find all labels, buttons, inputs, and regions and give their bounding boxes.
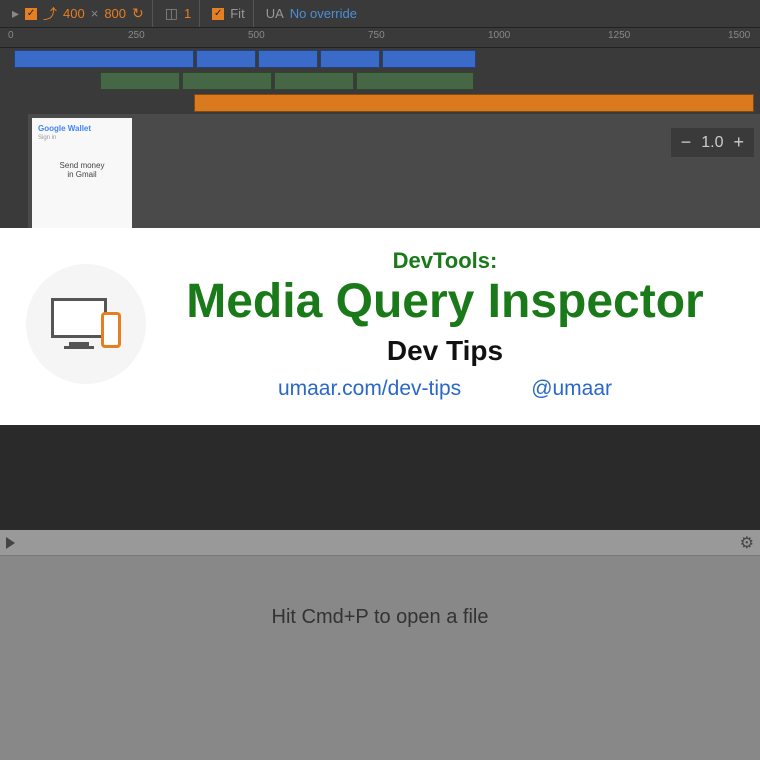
device-preview-area: Google Wallet Sign in Send money in Gmai…	[0, 114, 760, 234]
height-input[interactable]: 800	[104, 6, 126, 21]
media-query-bar[interactable]	[258, 50, 318, 68]
media-query-lanes	[0, 48, 760, 114]
ruler-tick: 1000	[488, 30, 510, 41]
open-file-hint: Hit Cmd+P to open a file	[0, 606, 760, 629]
preview-sub: Sign in	[38, 135, 126, 141]
gear-icon[interactable]: ⚙	[740, 533, 754, 553]
banner-icon	[26, 264, 146, 384]
rotate-icon[interactable]: ⤴	[43, 4, 57, 24]
device-preview[interactable]: Google Wallet Sign in Send money in Gmai…	[32, 118, 132, 228]
scale-input[interactable]: 1	[184, 6, 191, 21]
media-query-bar[interactable]	[182, 72, 272, 90]
ua-select[interactable]: No override	[290, 6, 357, 21]
sources-panel: ⚙ Hit Cmd+P to open a file	[0, 530, 760, 760]
banner-link-twitter[interactable]: @umaar	[531, 377, 612, 401]
devices-icon	[51, 298, 121, 350]
media-query-bar[interactable]	[320, 50, 380, 68]
ruler-tick: 1250	[608, 30, 630, 41]
ruler-tick: 1500	[728, 30, 750, 41]
ua-label: UA	[266, 6, 284, 21]
zoom-controls: − 1.0 +	[671, 128, 754, 157]
width-input[interactable]: 400	[63, 6, 85, 21]
title-banner: DevTools: Media Query Inspector Dev Tips…	[0, 228, 760, 425]
zoom-in-button[interactable]: +	[733, 132, 744, 153]
swap-icon[interactable]: ↻	[132, 5, 144, 22]
banner-link-site[interactable]: umaar.com/dev-tips	[278, 377, 461, 401]
emulation-checkbox[interactable]	[25, 8, 37, 20]
zoom-value: 1.0	[701, 134, 723, 152]
media-query-bar[interactable]	[100, 72, 180, 90]
fit-label: Fit	[230, 6, 244, 21]
vertical-ruler	[0, 114, 28, 234]
panel-header: ⚙	[0, 530, 760, 556]
media-lane	[0, 92, 760, 114]
media-query-bar[interactable]	[194, 94, 754, 112]
device-toolbar: ▸ ⤴ 400 × 800 ↻ ◫ 1 Fit UA No override	[0, 0, 760, 28]
media-lane	[0, 70, 760, 92]
media-query-bar[interactable]	[356, 72, 474, 90]
preview-logo: Google Wallet	[38, 124, 126, 133]
dock-icon[interactable]: ▸	[12, 5, 19, 22]
media-lane	[0, 48, 760, 70]
banner-title: Media Query Inspector	[186, 276, 703, 329]
media-query-bar[interactable]	[382, 50, 476, 68]
horizontal-ruler: 0 250 500 750 1000 1250 1500	[0, 28, 760, 48]
toolbar-scale-section: ◫ 1	[157, 0, 200, 27]
ruler-tick: 0	[8, 30, 14, 41]
preview-text: Send money	[38, 161, 126, 170]
toolbar-fit-section: Fit	[204, 0, 253, 27]
media-query-bar[interactable]	[196, 50, 256, 68]
ruler-tick: 500	[248, 30, 265, 41]
preview-text: in Gmail	[38, 170, 126, 179]
ruler-tick: 250	[128, 30, 145, 41]
play-icon[interactable]	[6, 537, 15, 549]
scale-icon: ◫	[165, 5, 178, 22]
dimension-separator: ×	[91, 6, 99, 21]
banner-eyebrow: DevTools:	[186, 248, 703, 274]
ruler-tick: 750	[368, 30, 385, 41]
zoom-out-button[interactable]: −	[681, 132, 692, 153]
toolbar-device-section: ▸ ⤴ 400 × 800 ↻	[4, 0, 153, 27]
media-query-bar[interactable]	[274, 72, 354, 90]
toolbar-ua-section: UA No override	[258, 0, 365, 27]
banner-subtitle: Dev Tips	[186, 335, 703, 367]
fit-checkbox[interactable]	[212, 8, 224, 20]
media-query-bar[interactable]	[14, 50, 194, 68]
